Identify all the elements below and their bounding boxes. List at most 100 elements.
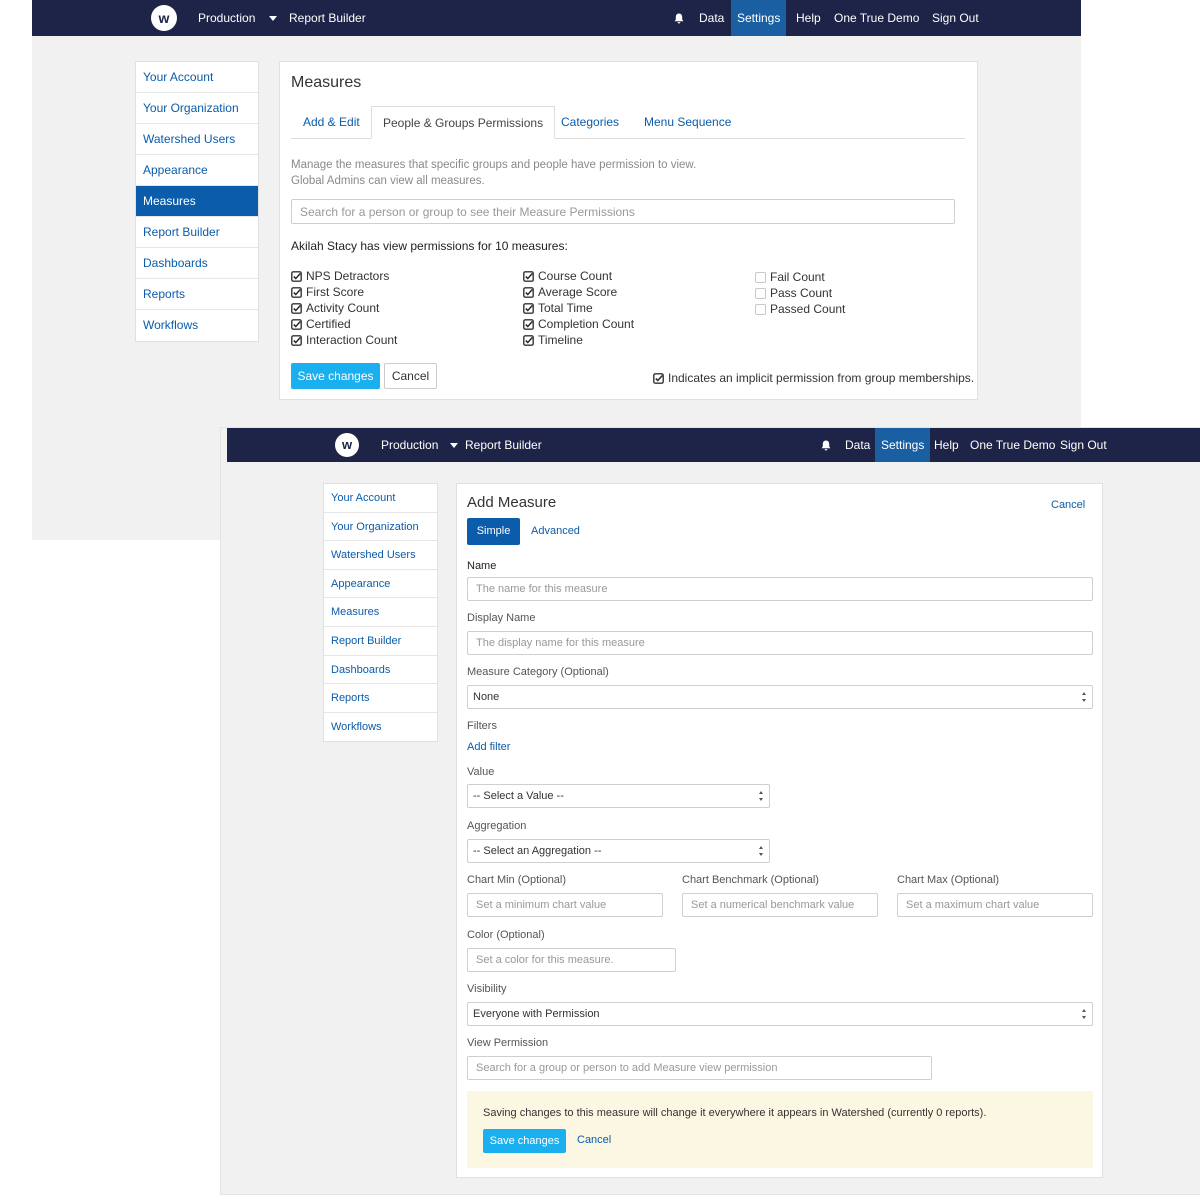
mode-simple-button[interactable]: Simple — [467, 518, 520, 545]
nav-settings[interactable]: Settings — [731, 0, 787, 36]
permission-label: Fail Count — [770, 270, 825, 284]
permission-item[interactable]: First Score — [291, 285, 364, 299]
permission-label: Interaction Count — [306, 333, 398, 347]
environment-label: Production — [381, 438, 439, 452]
nav-help[interactable]: Help — [934, 428, 959, 462]
category-select[interactable]: None — [467, 685, 1093, 709]
description-line-2: Global Admins can view all measures. — [291, 175, 485, 187]
chevron-down-icon — [269, 15, 278, 21]
sidebar-item-workflows[interactable]: Workflows — [324, 713, 437, 742]
permission-item[interactable]: Certified — [291, 317, 351, 331]
sidebar-item-measures[interactable]: Measures — [136, 186, 258, 217]
permission-item[interactable]: NPS Detractors — [291, 269, 389, 283]
tab-add-edit[interactable]: Add & Edit — [303, 106, 360, 138]
value-select[interactable]: -- Select a Value -- — [467, 784, 770, 808]
aggregation-select[interactable]: -- Select an Aggregation -- — [467, 839, 770, 863]
chart-min-input[interactable]: Set a minimum chart value — [467, 893, 663, 917]
add-filter-link[interactable]: Add filter — [467, 741, 510, 753]
visibility-select[interactable]: Everyone with Permission — [467, 1002, 1093, 1026]
filters-label: Filters — [467, 720, 497, 732]
value-label: Value — [467, 766, 495, 778]
implicit-permission-note: Indicates an implicit permission from gr… — [653, 371, 974, 385]
nav-sign-out[interactable]: Sign Out — [932, 0, 979, 36]
display-name-label: Display Name — [467, 612, 536, 624]
sidebar-item-watershed-users[interactable]: Watershed Users — [136, 124, 258, 155]
sidebar-item-report-builder[interactable]: Report Builder — [136, 217, 258, 248]
cancel-link-top[interactable]: Cancel — [1051, 499, 1085, 511]
checkbox-unchecked — [755, 287, 766, 299]
permission-item[interactable]: Total Time — [523, 301, 593, 315]
permission-item[interactable]: Course Count — [523, 269, 612, 283]
tab-categories[interactable]: Categories — [561, 106, 619, 138]
sidebar-item-report-builder[interactable]: Report Builder — [324, 627, 437, 656]
select-arrows-icon — [759, 846, 764, 856]
permission-label: Total Time — [538, 301, 593, 315]
permission-item[interactable]: Pass Count — [755, 286, 832, 300]
sidebar-item-dashboards[interactable]: Dashboards — [324, 656, 437, 685]
tab-menu-sequence[interactable]: Menu Sequence — [644, 106, 731, 138]
sidebar-item-your-organization[interactable]: Your Organization — [136, 93, 258, 124]
visibility-label: Visibility — [467, 983, 507, 995]
save-changes-button[interactable]: Save changes — [483, 1129, 566, 1153]
sidebar-item-your-account[interactable]: Your Account — [324, 484, 437, 513]
environment-menu[interactable]: Production — [381, 428, 459, 462]
permission-item[interactable]: Fail Count — [755, 270, 825, 284]
nav-settings[interactable]: Settings — [875, 428, 931, 462]
sidebar-item-workflows[interactable]: Workflows — [136, 310, 258, 341]
bell-icon — [674, 13, 684, 23]
nav-data[interactable]: Data — [699, 0, 724, 36]
permission-label: First Score — [306, 285, 365, 299]
sidebar-item-appearance[interactable]: Appearance — [324, 570, 437, 599]
nav-account[interactable]: One True Demo — [834, 0, 919, 36]
nav-report-builder[interactable]: Report Builder — [289, 0, 366, 36]
nav-sign-out[interactable]: Sign Out — [1060, 428, 1107, 462]
color-label: Color (Optional) — [467, 929, 545, 941]
nav-data[interactable]: Data — [845, 428, 870, 462]
chart-max-label: Chart Max (Optional) — [897, 874, 1000, 886]
sidebar-item-appearance[interactable]: Appearance — [136, 155, 258, 186]
nav-report-builder[interactable]: Report Builder — [465, 428, 542, 462]
permission-item[interactable]: Timeline — [523, 333, 583, 347]
mode-advanced-button[interactable]: Advanced — [531, 525, 580, 537]
chevron-down-icon — [450, 442, 459, 448]
save-changes-button[interactable]: Save changes — [291, 363, 380, 389]
color-input[interactable]: Set a color for this measure. — [467, 948, 676, 972]
sidebar-item-your-organization[interactable]: Your Organization — [324, 513, 437, 542]
permission-item[interactable]: Average Score — [523, 285, 617, 299]
nav-account[interactable]: One True Demo — [970, 428, 1055, 462]
view-permission-label: View Permission — [467, 1037, 549, 1049]
permission-label: NPS Detractors — [306, 269, 390, 283]
permission-item[interactable]: Completion Count — [523, 317, 634, 331]
environment-menu[interactable]: Production — [198, 0, 278, 36]
display-name-input[interactable]: The display name for this measure — [467, 631, 1093, 655]
sidebar-item-measures[interactable]: Measures — [324, 598, 437, 627]
permission-item[interactable]: Interaction Count — [291, 333, 397, 347]
chart-benchmark-input[interactable]: Set a numerical benchmark value — [682, 893, 878, 917]
add-measure-window: w Production Report Builder Data Setting… — [221, 428, 1200, 1194]
sidebar-item-dashboards[interactable]: Dashboards — [136, 248, 258, 279]
sidebar-item-watershed-users[interactable]: Watershed Users — [324, 541, 437, 570]
permission-item[interactable]: Activity Count — [291, 301, 379, 315]
notifications-button[interactable] — [674, 0, 684, 36]
notifications-button[interactable] — [821, 428, 831, 462]
measures-tabs: Add & Edit People & Groups Permissions C… — [291, 106, 965, 139]
permissions-search-input[interactable]: Search for a person or group to see thei… — [291, 199, 955, 224]
watershed-logo[interactable]: w — [335, 433, 359, 457]
settings-sidebar: Your Account Your Organization Watershed… — [323, 483, 438, 743]
sidebar-item-reports[interactable]: Reports — [324, 684, 437, 713]
checkbox-checked-icon — [653, 372, 664, 384]
watershed-logo[interactable]: w — [151, 5, 177, 31]
sidebar-item-your-account[interactable]: Your Account — [136, 62, 258, 93]
sidebar-item-reports[interactable]: Reports — [136, 279, 258, 310]
category-selected-value: None — [473, 691, 500, 703]
name-input[interactable]: The name for this measure — [467, 577, 1093, 601]
cancel-button[interactable]: Cancel — [384, 363, 437, 389]
view-permission-input[interactable]: Search for a group or person to add Meas… — [467, 1056, 932, 1080]
cancel-link-bottom[interactable]: Cancel — [577, 1134, 611, 1146]
checkbox-unchecked — [755, 271, 766, 283]
add-measure-panel: Add Measure Cancel Simple Advanced Name … — [456, 483, 1103, 1178]
nav-help[interactable]: Help — [796, 0, 821, 36]
permission-item[interactable]: Passed Count — [755, 302, 845, 316]
chart-max-input[interactable]: Set a maximum chart value — [897, 893, 1093, 917]
tab-people-groups-permissions[interactable]: People & Groups Permissions — [371, 106, 556, 139]
